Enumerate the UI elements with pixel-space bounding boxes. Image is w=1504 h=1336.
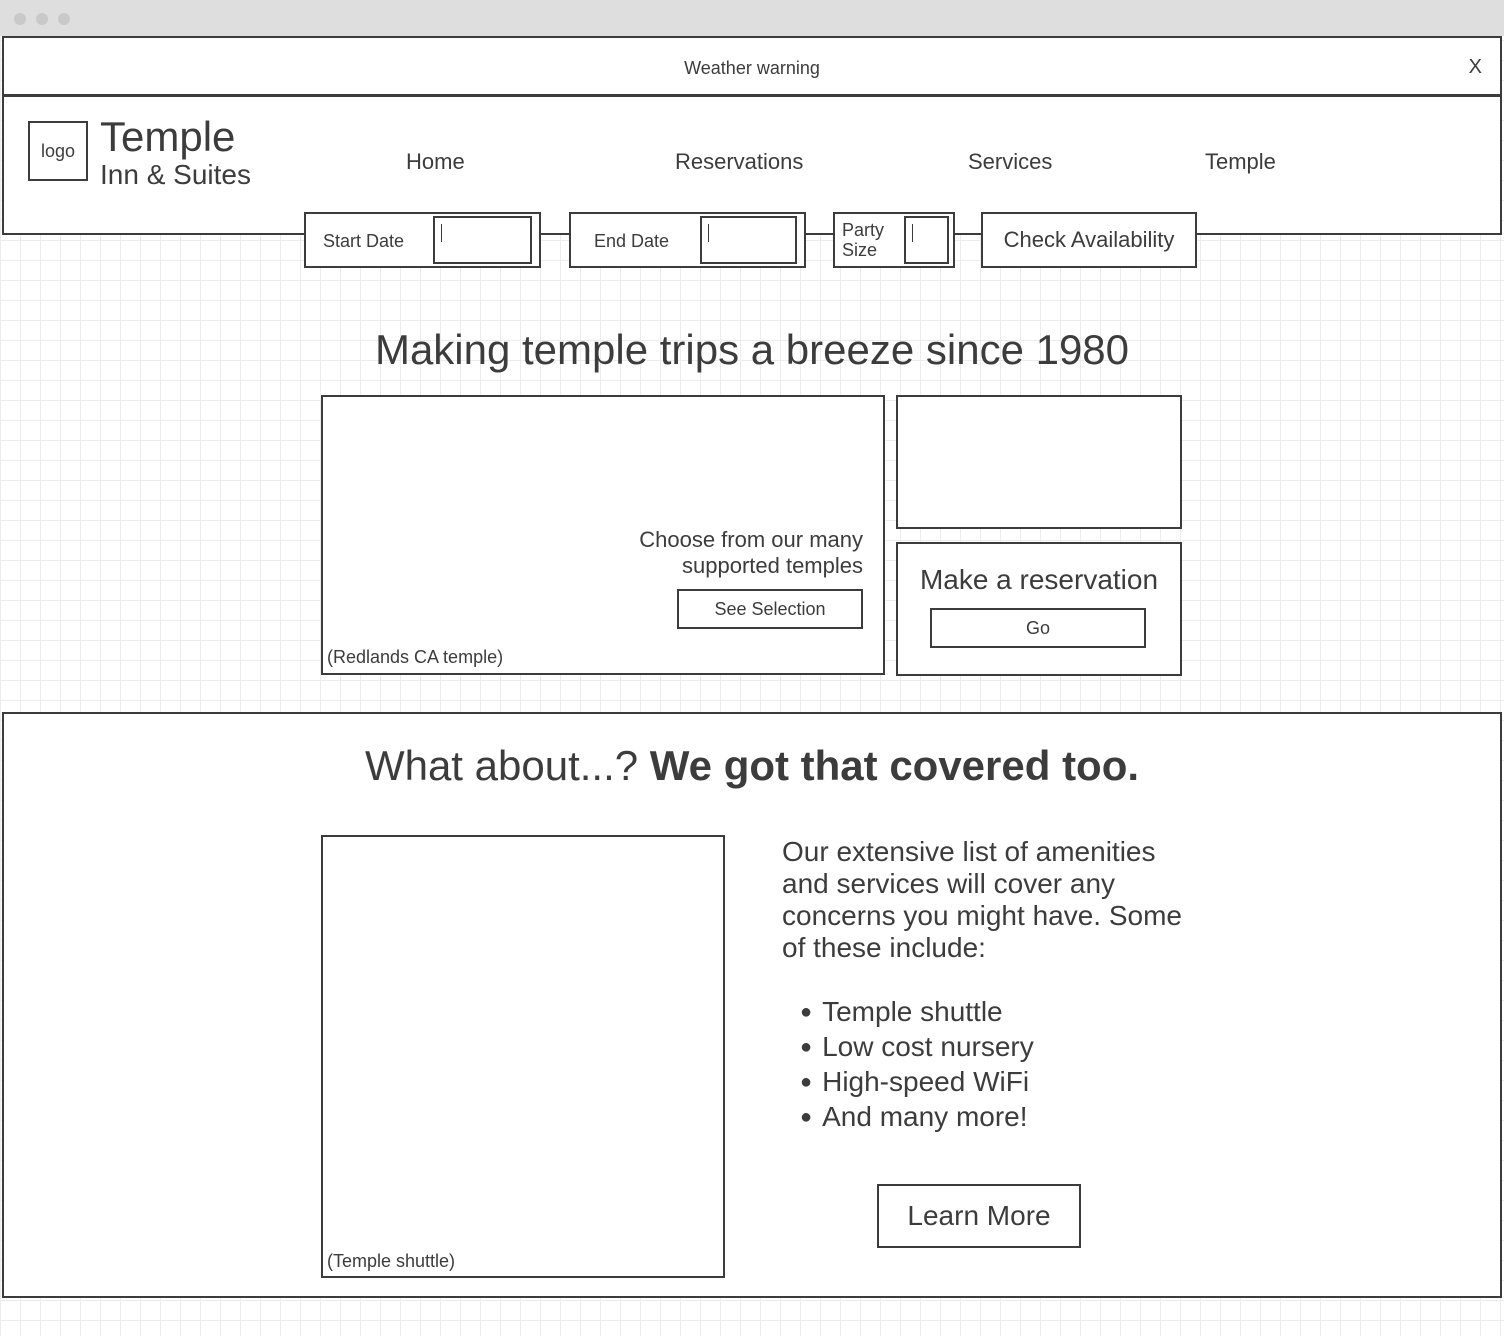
brand-subtitle: Inn & Suites	[100, 159, 251, 190]
go-button[interactable]: Go	[930, 608, 1146, 648]
list-item: Low cost nursery	[800, 1031, 1034, 1066]
temples-text: Choose from our many supported temples	[639, 527, 863, 578]
end-date-label: End Date	[594, 231, 670, 251]
shuttle-image-caption: (Temple shuttle)	[327, 1251, 456, 1271]
learn-more-button[interactable]: Learn More	[877, 1184, 1081, 1248]
text-caret	[708, 224, 709, 242]
nav-reservations[interactable]: Reservations	[675, 149, 803, 175]
amenities-description: Our extensive list of amenities and serv…	[782, 836, 1182, 963]
banner-close-button[interactable]: X	[1469, 56, 1482, 79]
amenities-heading: What about...? We got that covered too.	[364, 742, 1140, 789]
logo[interactable]: logo	[28, 121, 88, 181]
weather-warning-text: Weather warning	[684, 58, 820, 78]
window-minimize-dot[interactable]	[36, 13, 48, 25]
image-placeholder	[896, 395, 1182, 529]
temples-image-card: Choose from our many supported temples S…	[321, 395, 885, 675]
party-size-input[interactable]	[904, 216, 949, 264]
start-date-label: Start Date	[323, 231, 405, 251]
nav-home[interactable]: Home	[406, 149, 465, 175]
end-date-input[interactable]	[700, 216, 797, 264]
nav-services[interactable]: Services	[968, 149, 1052, 175]
list-item: Temple shuttle	[800, 996, 1034, 1031]
check-availability-button[interactable]: Check Availability	[981, 212, 1197, 268]
reservation-card: Make a reservation Go	[896, 542, 1182, 676]
text-caret	[912, 224, 913, 242]
party-size-label: Party Size	[842, 220, 885, 260]
party-size-group: Party Size	[833, 212, 955, 268]
text-caret	[441, 224, 442, 242]
shuttle-image-placeholder: (Temple shuttle)	[321, 835, 725, 1278]
brand-title: Temple	[100, 113, 236, 160]
window-close-dot[interactable]	[14, 13, 26, 25]
end-date-group: End Date	[569, 212, 806, 268]
hero-title: Making temple trips a breeze since 1980	[374, 326, 1130, 373]
start-date-input[interactable]	[433, 216, 532, 264]
amenities-section: What about...? We got that covered too.	[2, 712, 1502, 1298]
reservation-title: Make a reservation	[919, 564, 1159, 595]
see-selection-button[interactable]: See Selection	[677, 589, 863, 629]
window-maximize-dot[interactable]	[58, 13, 70, 25]
temple-image-caption: (Redlands CA temple)	[327, 647, 504, 667]
amenities-list: Temple shuttle Low cost nursery High-spe…	[800, 996, 1034, 1136]
nav-temple[interactable]: Temple	[1205, 149, 1276, 175]
window-titlebar	[0, 0, 1504, 36]
list-item: High-speed WiFi	[800, 1066, 1034, 1101]
weather-warning-banner: Weather warning X	[2, 36, 1502, 96]
list-item: And many more!	[800, 1101, 1034, 1136]
start-date-group: Start Date	[304, 212, 541, 268]
